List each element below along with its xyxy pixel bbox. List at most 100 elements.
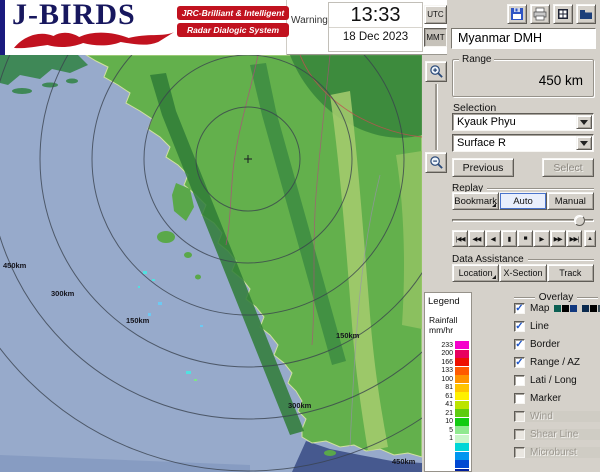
dropdown-corner-icon [492,203,496,207]
legend-row: 5 [425,426,471,435]
replay-tab-manual[interactable]: Manual [547,192,594,210]
checkbox[interactable] [514,429,525,440]
zoom-in-icon [429,64,444,79]
replay-tab-bookmark[interactable]: Bookmark [452,192,499,210]
legend-color-swatch [455,350,469,358]
playback-button-6[interactable]: ▶▶ [550,230,566,247]
legend-value: 133 [436,367,453,374]
color-swatch [562,305,569,312]
color-swatch [582,305,589,312]
export-button[interactable] [553,4,573,24]
legend-value: 200 [436,350,453,357]
overlay-header: Overlay [514,292,598,303]
playback-button-2[interactable]: ◀ [485,230,501,247]
legend-color-swatch [455,418,469,426]
folder-button[interactable] [576,4,596,24]
legend-row: 10 [425,418,471,427]
overlay-item-range-az[interactable]: ✓ Range / AZ [514,357,600,368]
time-display: 13:33 [329,3,422,27]
overlay-item-line[interactable]: ✓Line [514,321,600,332]
legend-title: Legend [425,293,471,307]
print-button[interactable] [530,4,550,24]
legend-row [425,469,471,472]
overlay-label: Overlay [539,292,573,303]
warning-label: Warning [291,15,328,26]
overlay-item-label: Range / AZ [530,357,580,368]
playback-button-7[interactable]: ▶▶| [566,230,582,247]
track-button[interactable]: Track [547,264,594,282]
legend-row: 133 [425,367,471,376]
overlay-item-shear-line[interactable]: Shear Line [514,429,600,440]
replay-slider[interactable] [452,214,594,227]
radar-map[interactable]: 450km300km150km150km300km450km [0,55,422,472]
legend-color-swatch [455,367,469,375]
toolbar-area: Myanmar DMH [447,0,600,55]
save-icon [510,7,524,21]
playback-button-0[interactable]: |◀◀ [452,230,468,247]
range-ring-label: 150km [336,331,359,340]
zoom-in-button[interactable] [425,61,447,82]
location-button[interactable]: Location [452,264,499,282]
chevron-down-icon[interactable] [576,136,592,150]
logo-subtitles: JRC-Brilliant & Intelligent Radar Dialog… [177,6,289,37]
overlay-item-label: Border [530,339,560,350]
legend-row: 166 [425,358,471,367]
zoom-out-button[interactable] [425,152,447,173]
legend-color-swatch [455,460,469,468]
previous-button[interactable]: Previous [452,158,514,177]
overlay-item-border[interactable]: ✓ Border [514,339,600,350]
overlay-item-map[interactable]: ✓ Map [514,303,600,314]
product-select[interactable]: Surface R [452,134,594,152]
checkbox[interactable]: ✓ [514,339,525,350]
replay-tabs: BookmarkAutoManual [452,192,594,210]
app-window: J-BIRDS JRC-Brilliant & Intelligent Rada… [0,0,600,472]
tz-button-utc[interactable]: UTC [424,5,447,24]
overlay-item-wind[interactable]: Wind [514,411,600,422]
legend-row [425,443,471,452]
print-icon [533,7,547,21]
checkbox[interactable]: ✓ [514,303,525,314]
checkbox[interactable]: ✓ [514,321,525,332]
toolbar [447,0,600,26]
overlay-item-microburst[interactable]: Microburst [514,447,600,458]
checkbox[interactable] [514,375,525,386]
step-up-button[interactable]: ▲ [584,230,596,247]
color-swatch [554,305,561,312]
tz-button-mmt[interactable]: MMT [424,28,447,47]
chevron-down-icon[interactable] [576,115,592,129]
slider-track[interactable] [452,219,594,222]
timezone-buttons: UTC MMT [424,5,447,47]
x-section-button[interactable]: X-Section [499,264,546,282]
checkbox[interactable]: ✓ [514,357,525,368]
legend-value: 233 [436,342,453,349]
checkbox[interactable] [514,393,525,404]
product-select-value: Surface R [457,137,506,149]
legend-row: 61 [425,392,471,401]
map-graphic [0,55,422,472]
checkbox[interactable] [514,411,525,422]
checkbox[interactable] [514,447,525,458]
range-ring-label: 150km [126,316,149,325]
overlay-item-label: Map [530,303,549,314]
color-swatch [570,305,577,312]
slider-thumb[interactable] [574,215,585,226]
playback-button-1[interactable]: ◀◀ [468,230,484,247]
legend-color-swatch [455,384,469,392]
playback-button-4[interactable]: ■ [517,230,533,247]
legend-color-swatch [455,392,469,400]
playback-controls: |◀◀◀◀◀▮■▶▶▶▶▶| [452,230,582,247]
save-button[interactable] [507,4,527,24]
legend-row: 21 [425,409,471,418]
playback-button-5[interactable]: ▶ [533,230,549,247]
app-logo: J-BIRDS JRC-Brilliant & Intelligent Rada… [0,0,287,55]
zoom-slider-track[interactable] [435,84,437,150]
legend-row: 81 [425,384,471,393]
playback-button-3[interactable]: ▮ [501,230,517,247]
site-select[interactable]: Kyauk Phyu [452,113,594,131]
select-button[interactable]: Select [542,158,594,177]
replay-tab-auto[interactable]: Auto [499,192,546,210]
overlay-item-label: Lati / Long [530,375,577,386]
legend-value: 1 [436,435,453,442]
overlay-item-lati-long[interactable]: Lati / Long [514,375,600,386]
overlay-item-marker[interactable]: Marker [514,393,600,404]
